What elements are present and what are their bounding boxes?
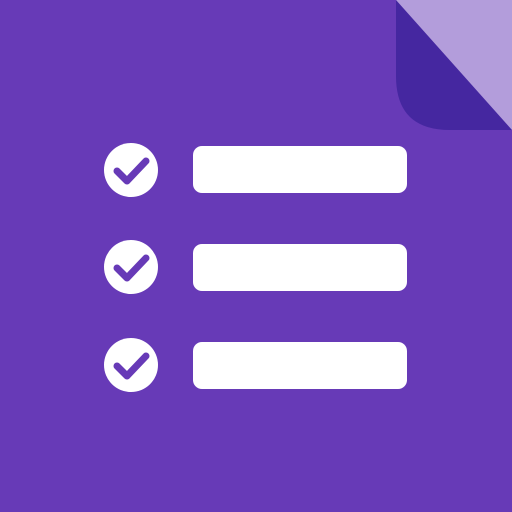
list-line-bar xyxy=(193,342,407,389)
check-circle-icon xyxy=(104,143,158,197)
checklist-row xyxy=(104,240,407,294)
list-line-bar xyxy=(193,244,407,291)
folded-corner-icon xyxy=(396,0,512,130)
check-circle-icon xyxy=(104,240,158,294)
forms-app-icon xyxy=(0,0,512,512)
checklist-row xyxy=(104,338,407,392)
checklist-row xyxy=(104,143,407,197)
list-line-bar xyxy=(193,146,407,193)
check-circle-icon xyxy=(104,338,158,392)
forms-checklist-icon xyxy=(0,0,512,512)
